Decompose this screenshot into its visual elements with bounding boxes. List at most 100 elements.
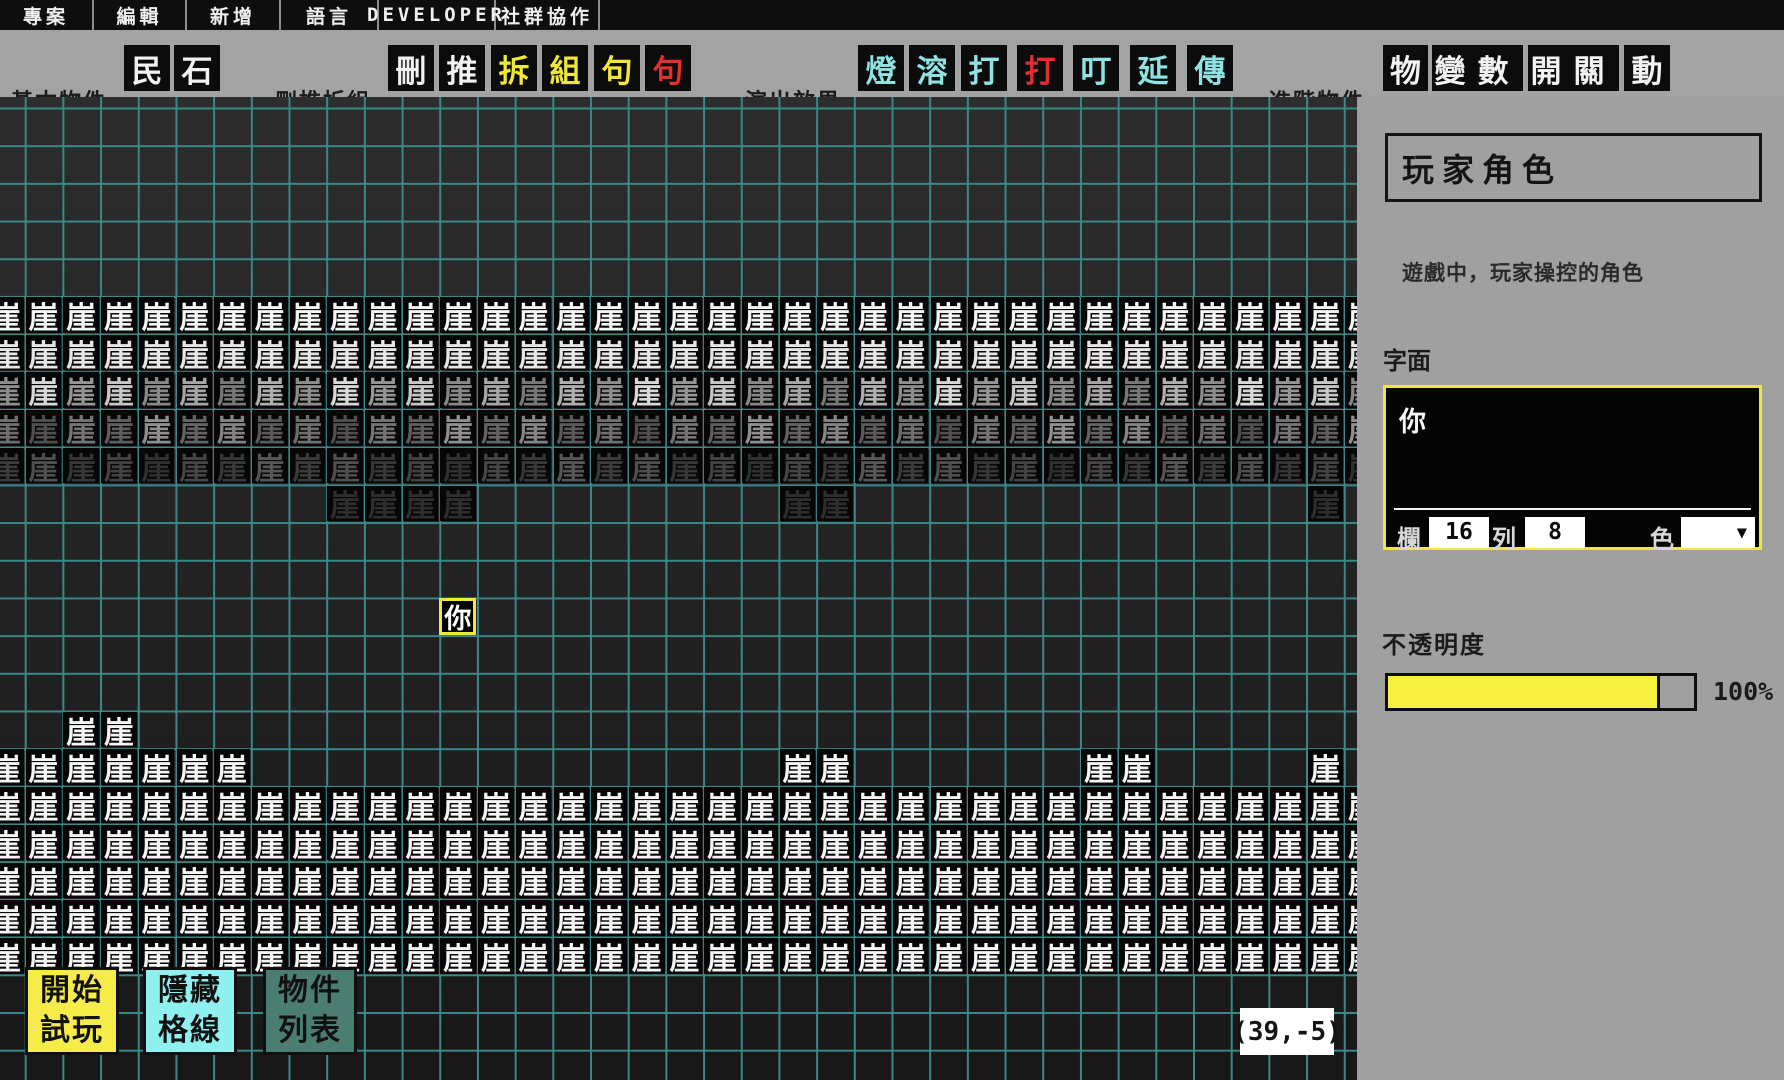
map-tile[interactable]: 崖 bbox=[1081, 787, 1117, 823]
map-tile[interactable]: 崖 bbox=[177, 825, 213, 861]
map-tile[interactable]: 崖 bbox=[0, 372, 24, 408]
map-tile[interactable]: 崖 bbox=[1119, 749, 1155, 785]
map-tile[interactable]: 崖 bbox=[403, 863, 439, 899]
map-tile[interactable]: 崖 bbox=[440, 297, 476, 333]
map-tile[interactable]: 崖 bbox=[252, 900, 288, 936]
map-tile[interactable]: 崖 bbox=[704, 448, 740, 484]
map-tile[interactable]: 崖 bbox=[893, 448, 929, 484]
map-tile[interactable]: 崖 bbox=[177, 749, 213, 785]
map-tile[interactable]: 崖 bbox=[855, 787, 891, 823]
map-tile[interactable]: 崖 bbox=[931, 900, 967, 936]
map-tile[interactable]: 崖 bbox=[667, 410, 703, 446]
map-tile[interactable]: 崖 bbox=[139, 372, 175, 408]
map-tile[interactable]: 崖 bbox=[440, 787, 476, 823]
map-tile[interactable]: 崖 bbox=[0, 787, 24, 823]
map-tile[interactable]: 崖 bbox=[139, 825, 175, 861]
map-tile[interactable]: 崖 bbox=[365, 787, 401, 823]
map-tile[interactable]: 崖 bbox=[1006, 825, 1042, 861]
map-tile[interactable]: 崖 bbox=[629, 863, 665, 899]
toolbar-button[interactable]: 句 bbox=[594, 45, 640, 91]
map-tile[interactable]: 崖 bbox=[478, 787, 514, 823]
map-tile[interactable]: 崖 bbox=[0, 938, 24, 974]
map-tile[interactable]: 崖 bbox=[629, 938, 665, 974]
map-tile[interactable]: 崖 bbox=[1345, 787, 1357, 823]
map-tile[interactable]: 崖 bbox=[742, 787, 778, 823]
menu-item[interactable]: 新增 bbox=[187, 0, 281, 30]
map-tile[interactable]: 崖 bbox=[327, 410, 363, 446]
map-tile[interactable]: 崖 bbox=[252, 448, 288, 484]
map-tile[interactable]: 崖 bbox=[1232, 787, 1268, 823]
map-tile[interactable]: 崖 bbox=[26, 297, 62, 333]
map-tile[interactable]: 崖 bbox=[1157, 410, 1193, 446]
map-tile[interactable]: 崖 bbox=[1270, 335, 1306, 371]
map-tile[interactable]: 崖 bbox=[1006, 938, 1042, 974]
map-tile[interactable]: 崖 bbox=[177, 448, 213, 484]
map-tile[interactable]: 崖 bbox=[1119, 787, 1155, 823]
map-tile[interactable]: 崖 bbox=[629, 297, 665, 333]
map-tile[interactable]: 崖 bbox=[63, 372, 99, 408]
map-tile[interactable]: 崖 bbox=[667, 825, 703, 861]
map-tile[interactable]: 崖 bbox=[516, 938, 552, 974]
map-tile[interactable]: 崖 bbox=[1232, 863, 1268, 899]
map-tile[interactable]: 崖 bbox=[1044, 335, 1080, 371]
map-tile[interactable]: 崖 bbox=[893, 410, 929, 446]
map-tile[interactable]: 崖 bbox=[0, 749, 24, 785]
map-tile[interactable]: 崖 bbox=[1308, 410, 1344, 446]
map-tile[interactable]: 崖 bbox=[516, 335, 552, 371]
map-tile[interactable]: 崖 bbox=[177, 372, 213, 408]
toolbar-button[interactable]: 開關 bbox=[1528, 45, 1619, 91]
map-tile[interactable]: 崖 bbox=[63, 863, 99, 899]
map-tile[interactable]: 崖 bbox=[1044, 787, 1080, 823]
map-tile[interactable]: 崖 bbox=[704, 335, 740, 371]
map-tile[interactable]: 崖 bbox=[591, 900, 627, 936]
map-tile[interactable]: 崖 bbox=[214, 410, 250, 446]
map-tile[interactable]: 崖 bbox=[1270, 825, 1306, 861]
menu-item[interactable]: DEVELOPER bbox=[379, 0, 496, 30]
map-tile[interactable]: 崖 bbox=[516, 863, 552, 899]
map-tile[interactable]: 崖 bbox=[177, 863, 213, 899]
map-tile[interactable]: 崖 bbox=[1194, 863, 1230, 899]
map-tile[interactable]: 崖 bbox=[1119, 863, 1155, 899]
map-tile[interactable]: 崖 bbox=[516, 448, 552, 484]
map-tile[interactable]: 崖 bbox=[0, 825, 24, 861]
map-tile[interactable]: 崖 bbox=[1081, 297, 1117, 333]
map-tile[interactable]: 崖 bbox=[931, 825, 967, 861]
map-tile[interactable]: 崖 bbox=[252, 863, 288, 899]
start-playtest-button[interactable]: 開始 試玩 bbox=[25, 967, 119, 1055]
toolbar-button[interactable]: 傳 bbox=[1187, 45, 1233, 91]
map-tile[interactable]: 崖 bbox=[214, 825, 250, 861]
map-tile[interactable]: 崖 bbox=[780, 372, 816, 408]
map-tile[interactable]: 崖 bbox=[26, 335, 62, 371]
map-tile[interactable]: 崖 bbox=[968, 900, 1004, 936]
map-tile[interactable]: 崖 bbox=[440, 448, 476, 484]
map-tile[interactable]: 崖 bbox=[252, 825, 288, 861]
map-tile[interactable]: 崖 bbox=[591, 863, 627, 899]
map-tile[interactable]: 崖 bbox=[403, 825, 439, 861]
map-tile[interactable]: 崖 bbox=[26, 410, 62, 446]
map-tile[interactable]: 崖 bbox=[1081, 749, 1117, 785]
map-tile[interactable]: 崖 bbox=[1345, 372, 1357, 408]
map-tile[interactable]: 崖 bbox=[1006, 787, 1042, 823]
map-tile[interactable]: 崖 bbox=[1270, 297, 1306, 333]
map-tile[interactable]: 崖 bbox=[1006, 448, 1042, 484]
map-tile[interactable]: 崖 bbox=[252, 410, 288, 446]
map-tile[interactable]: 崖 bbox=[1194, 448, 1230, 484]
map-tile[interactable]: 崖 bbox=[403, 938, 439, 974]
map-tile[interactable]: 崖 bbox=[554, 900, 590, 936]
map-tile[interactable]: 崖 bbox=[139, 749, 175, 785]
object-list-button[interactable]: 物件 列表 bbox=[263, 967, 357, 1055]
map-tile[interactable]: 崖 bbox=[931, 448, 967, 484]
map-tile[interactable]: 崖 bbox=[1345, 335, 1357, 371]
map-tile[interactable]: 崖 bbox=[1194, 787, 1230, 823]
toolbar-button[interactable]: 句 bbox=[645, 45, 691, 91]
map-tile[interactable]: 崖 bbox=[855, 335, 891, 371]
map-tile[interactable]: 崖 bbox=[1345, 825, 1357, 861]
map-tile[interactable]: 崖 bbox=[516, 297, 552, 333]
map-tile[interactable]: 崖 bbox=[327, 900, 363, 936]
map-tile[interactable]: 崖 bbox=[0, 410, 24, 446]
map-tile[interactable]: 崖 bbox=[704, 787, 740, 823]
map-tile[interactable]: 崖 bbox=[1119, 410, 1155, 446]
map-tile[interactable]: 崖 bbox=[1270, 410, 1306, 446]
map-tile[interactable]: 崖 bbox=[855, 448, 891, 484]
map-tile[interactable]: 崖 bbox=[968, 863, 1004, 899]
